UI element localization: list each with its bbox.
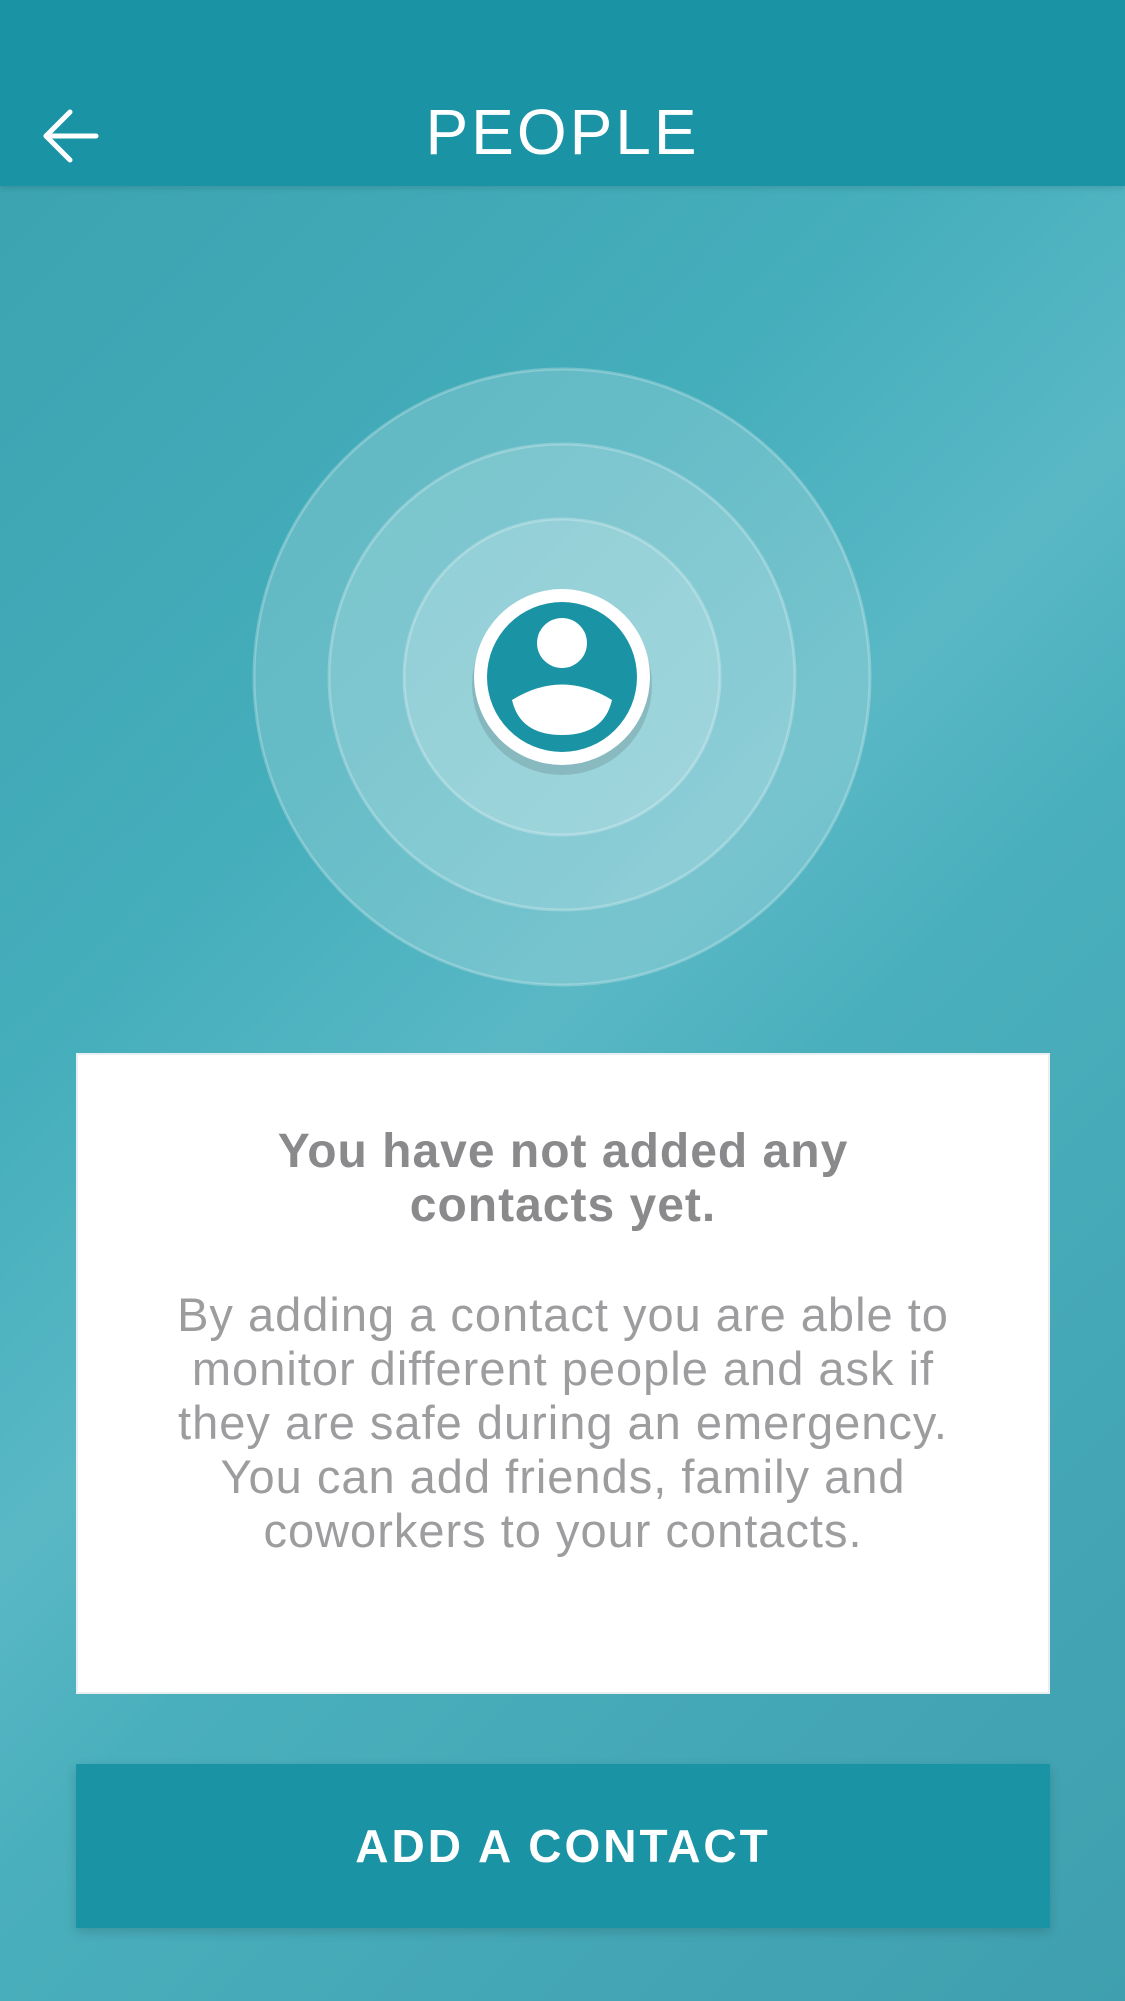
empty-state-card: You have not added any contacts yet. By …: [76, 1053, 1050, 1694]
contacts-illustration: [252, 367, 872, 987]
add-contact-button[interactable]: ADD A CONTACT: [76, 1764, 1050, 1928]
page-title: PEOPLE: [425, 96, 700, 168]
empty-state-description: By adding a contact you are able to moni…: [177, 1288, 949, 1557]
empty-state-heading: You have not added any contacts yet.: [277, 1125, 849, 1232]
app-header: PEOPLE: [0, 0, 1125, 186]
add-contact-button-label: ADD A CONTACT: [355, 1820, 771, 1872]
